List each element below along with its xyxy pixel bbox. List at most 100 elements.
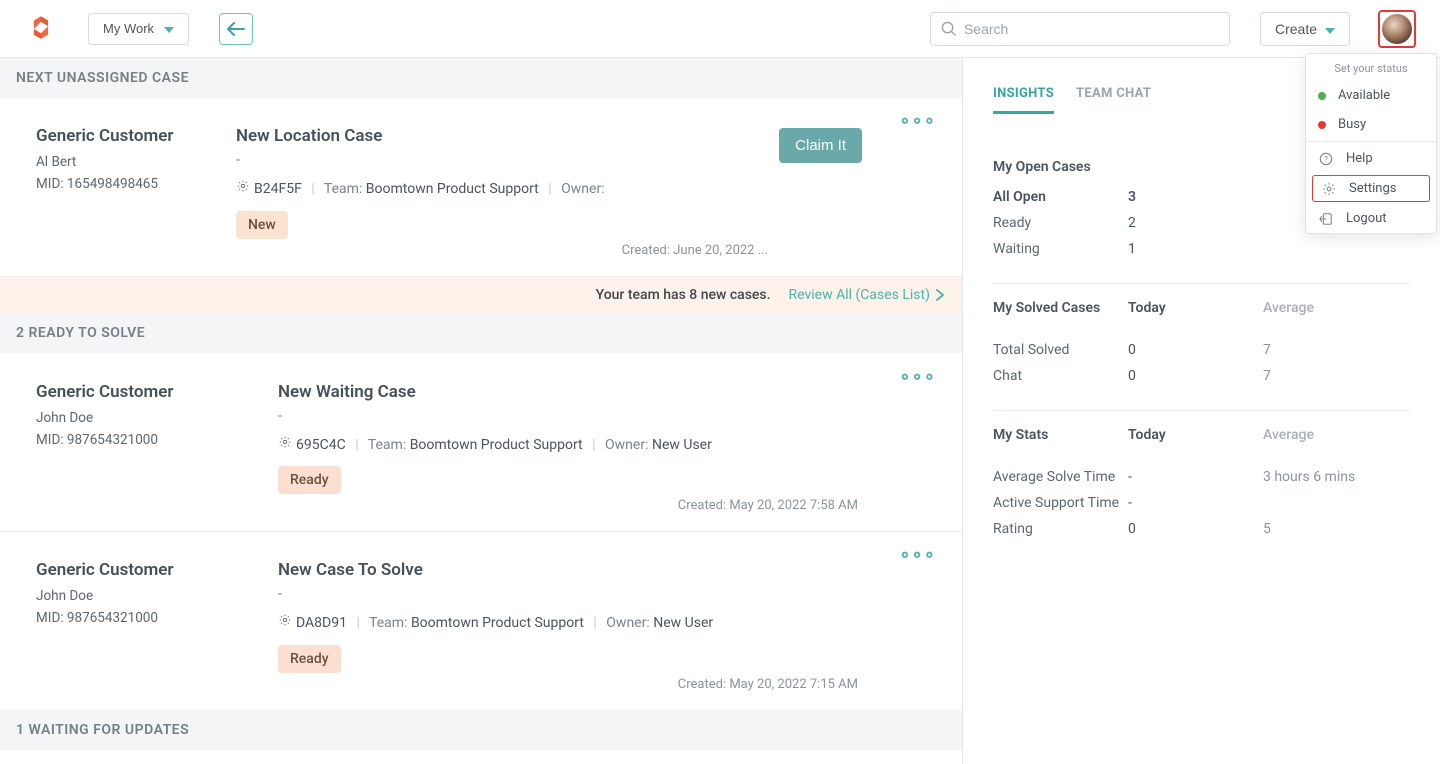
section-next-unassigned: NEXT UNASSIGNED CASE <box>0 58 962 98</box>
case-subtitle: - <box>278 408 938 424</box>
stats-sup-today: - <box>1128 495 1263 511</box>
status-badge: Ready <box>278 645 341 673</box>
case-card[interactable]: ∘∘∘ Claim It Generic Customer Al Bert MI… <box>0 98 962 277</box>
search-input[interactable] <box>964 21 1219 37</box>
open-all-label: All Open <box>993 189 1128 205</box>
app-logo[interactable] <box>24 12 58 46</box>
case-meta: 695C4C | Team: Boomtown Product Support … <box>278 432 938 459</box>
status-busy-label: Busy <box>1338 117 1366 132</box>
open-ready-label: Ready <box>993 215 1128 231</box>
status-busy[interactable]: Busy <box>1306 110 1436 139</box>
create-dropdown[interactable]: Create <box>1260 12 1350 46</box>
case-subtitle: - <box>278 586 938 602</box>
chevron-right-icon <box>936 289 944 301</box>
case-ref-icon <box>278 432 292 459</box>
open-all-value: 3 <box>1128 189 1263 205</box>
my-work-label: My Work <box>103 21 154 36</box>
owner-label: Owner: <box>605 437 648 453</box>
customer-contact: John Doe <box>36 410 278 426</box>
open-waiting-value: 1 <box>1128 241 1263 257</box>
stats-sup-label: Active Support Time <box>993 495 1128 511</box>
case-ref-icon <box>236 176 250 203</box>
case-more-icon[interactable]: ∘∘∘ <box>899 544 936 565</box>
solved-total-today: 0 <box>1128 342 1263 358</box>
customer-mid: MID: 987654321000 <box>36 610 278 626</box>
case-title: New Case To Solve <box>278 560 938 580</box>
case-created: Created: June 20, 2022 ... <box>236 243 938 258</box>
solved-chat-today: 0 <box>1128 368 1263 384</box>
owner-name: New User <box>653 615 713 631</box>
menu-logout-label: Logout <box>1346 211 1387 226</box>
case-created: Created: May 20, 2022 7:15 AM <box>278 677 938 692</box>
status-available[interactable]: Available <box>1306 81 1436 110</box>
stats-heading: My Stats <box>993 427 1128 443</box>
menu-settings[interactable]: Settings <box>1312 175 1430 202</box>
open-ready-value: 2 <box>1128 215 1263 231</box>
customer-name: Generic Customer <box>36 382 278 402</box>
my-stats-section: My Stats Today Average Average Solve Tim… <box>993 411 1410 563</box>
logout-icon <box>1318 212 1334 226</box>
customer-name: Generic Customer <box>36 126 236 146</box>
svg-text:?: ? <box>1324 155 1328 164</box>
team-name: Boomtown Product Support <box>410 437 583 453</box>
case-more-icon[interactable]: ∘∘∘ <box>899 110 936 131</box>
solved-cases-section: My Solved Cases Today Average Total Solv… <box>993 284 1410 411</box>
stats-avg-head: Average <box>1263 427 1410 443</box>
user-menu: Set your status Available Busy ? Help Se… <box>1305 53 1437 234</box>
my-work-dropdown[interactable]: My Work <box>88 13 189 45</box>
review-all-link[interactable]: Review All (Cases List) <box>789 287 944 303</box>
status-dot-available-icon <box>1318 92 1326 100</box>
team-label: Team: <box>368 437 406 453</box>
customer-name: Generic Customer <box>36 560 278 580</box>
menu-help-label: Help <box>1346 151 1373 166</box>
customer-mid: MID: 987654321000 <box>36 432 278 448</box>
case-ref: B24F5F <box>254 181 302 197</box>
solved-avg-head: Average <box>1263 300 1410 316</box>
team-notice-bar: Your team has 8 new cases. Review All (C… <box>0 277 962 313</box>
solved-chat-avg: 7 <box>1263 368 1410 384</box>
case-title: New Waiting Case <box>278 382 938 402</box>
case-ref-icon <box>278 610 292 637</box>
team-label: Team: <box>324 181 362 197</box>
create-label: Create <box>1275 21 1317 37</box>
case-card[interactable]: ∘∘∘ Generic Customer John Doe MID: 98765… <box>0 354 962 533</box>
menu-logout[interactable]: Logout <box>1306 204 1436 233</box>
case-more-icon[interactable]: ∘∘∘ <box>899 366 936 387</box>
menu-help[interactable]: ? Help <box>1306 144 1436 173</box>
stats-rating-label: Rating <box>993 521 1128 537</box>
status-dot-busy-icon <box>1318 121 1326 129</box>
team-name: Boomtown Product Support <box>411 615 584 631</box>
stats-ast-today: - <box>1128 469 1263 485</box>
caret-down-icon <box>164 21 174 36</box>
team-label: Team: <box>369 615 407 631</box>
gear-icon <box>1321 182 1337 196</box>
case-meta: DA8D91 | Team: Boomtown Product Support … <box>278 610 938 637</box>
solved-today-head: Today <box>1128 300 1263 316</box>
claim-button[interactable]: Claim It <box>779 128 862 163</box>
arrow-left-icon <box>227 22 245 36</box>
case-card[interactable]: ∘∘∘ Generic Customer John Doe MID: 98765… <box>0 532 962 710</box>
stats-rating-today: 0 <box>1128 521 1263 537</box>
stats-ast-avg: 3 hours 6 mins <box>1263 469 1410 485</box>
section-ready-to-solve: 2 READY TO SOLVE <box>0 313 962 353</box>
section-waiting: 1 WAITING FOR UPDATES <box>0 710 962 750</box>
back-button[interactable] <box>219 13 253 45</box>
customer-mid: MID: 165498498465 <box>36 176 236 192</box>
tab-team-chat[interactable]: TEAM CHAT <box>1076 86 1151 114</box>
case-meta: B24F5F | Team: Boomtown Product Support … <box>236 176 938 203</box>
status-badge: Ready <box>278 466 341 494</box>
solved-total-label: Total Solved <box>993 342 1128 358</box>
help-icon: ? <box>1318 152 1334 166</box>
tab-insights[interactable]: INSIGHTS <box>993 86 1054 114</box>
search-box[interactable] <box>930 12 1230 46</box>
owner-label: Owner: <box>561 181 604 197</box>
search-icon <box>941 21 956 36</box>
owner-label: Owner: <box>606 615 649 631</box>
status-badge: New <box>236 211 288 239</box>
solved-total-avg: 7 <box>1263 342 1410 358</box>
user-avatar-button[interactable] <box>1378 10 1416 48</box>
case-ref: DA8D91 <box>296 615 347 631</box>
caret-down-icon <box>1325 21 1335 37</box>
customer-contact: John Doe <box>36 588 278 604</box>
menu-settings-label: Settings <box>1349 181 1396 196</box>
